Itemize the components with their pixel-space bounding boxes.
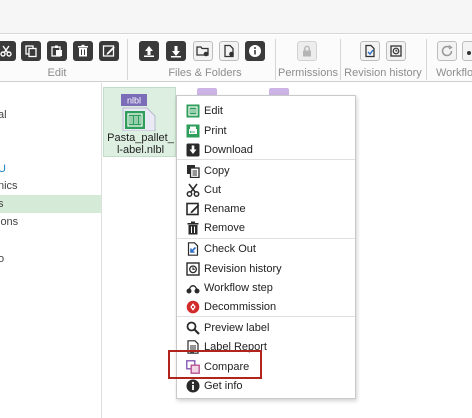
menu-divider [177, 159, 355, 160]
ribbon-separator [340, 39, 341, 80]
refresh-toolbar-icon[interactable] [437, 41, 457, 61]
lock-toolbar-icon[interactable] [297, 41, 317, 61]
compare-highlight-box [168, 350, 262, 379]
upload-toolbar-icon[interactable] [139, 41, 159, 61]
magnifier-icon [186, 321, 200, 335]
copy-toolbar-icon[interactable] [21, 41, 41, 61]
menu-item-decommission[interactable]: Decommission [177, 297, 355, 316]
edit-icon [186, 104, 200, 118]
new-file-toolbar-icon[interactable] [219, 41, 239, 61]
cut-toolbar-icon[interactable] [0, 41, 16, 61]
menu-item-edit[interactable]: Edit [177, 101, 355, 120]
menu-item-download[interactable]: Download [177, 140, 355, 159]
menu-item-copy[interactable]: Copy [177, 161, 355, 180]
file-name: Pasta_pallet_l-abel.nlbl [107, 132, 174, 156]
folder-tree-sidebar: al l U nics s ions o [0, 83, 102, 418]
ribbon-separator [426, 39, 427, 80]
menu-item-revision-history[interactable]: Revision history [177, 259, 355, 278]
sidebar-item[interactable]: U [0, 160, 101, 178]
menu-item-workflow-step[interactable]: Workflow step [177, 278, 355, 297]
workflow-toolbar-icon[interactable] [462, 41, 472, 61]
top-bar [0, 0, 472, 34]
workflow-icon [186, 281, 200, 295]
group-label-revision-history: Revision history [344, 67, 422, 79]
selected-file-tile[interactable]: nlbl Pasta_pallet_l-abel.nlbl [103, 87, 176, 157]
revision-history-icon [186, 261, 200, 276]
print-icon [186, 124, 200, 138]
rename-icon [186, 202, 200, 216]
menu-item-check-out[interactable]: Check Out [177, 239, 355, 258]
sidebar-item-selected[interactable]: s [0, 195, 101, 213]
group-label-permissions: Permissions [278, 67, 338, 79]
rename-toolbar-icon[interactable] [99, 41, 119, 61]
group-label-edit: Edit [47, 67, 67, 79]
menu-item-preview-label[interactable]: Preview label [177, 318, 355, 337]
menu-divider [177, 316, 355, 317]
decommission-icon [186, 300, 200, 314]
info-toolbar-icon[interactable] [245, 41, 265, 61]
menu-item-cut[interactable]: Cut [177, 180, 355, 199]
check-out-toolbar-icon[interactable] [360, 41, 380, 61]
revision-history-toolbar-icon[interactable] [386, 41, 406, 61]
download-icon [186, 143, 200, 157]
info-icon [186, 379, 200, 393]
menu-item-print[interactable]: Print [177, 121, 355, 140]
check-out-icon [186, 241, 200, 256]
download-toolbar-icon[interactable] [166, 41, 186, 61]
ribbon-toolbar: Edit Files & Folders Permissions Revisio… [0, 35, 472, 82]
label-file-icon: nlbl [119, 91, 159, 132]
sidebar-item[interactable]: l [0, 122, 101, 140]
menu-item-rename[interactable]: Rename [177, 199, 355, 218]
paste-toolbar-icon[interactable] [47, 41, 67, 61]
ribbon-separator [127, 39, 128, 80]
menu-item-remove[interactable]: Remove [177, 218, 355, 237]
cut-icon [186, 183, 200, 197]
sidebar-item[interactable]: ions [0, 213, 101, 231]
file-badge-text: nlbl [127, 96, 141, 106]
ribbon-separator [275, 39, 276, 80]
sidebar-item[interactable]: o [0, 250, 101, 268]
group-label-workflow: Workflo [436, 67, 472, 79]
new-folder-toolbar-icon[interactable] [193, 41, 213, 61]
delete-toolbar-icon[interactable] [73, 41, 93, 61]
sidebar-item[interactable]: nics [0, 177, 101, 195]
copy-icon [186, 164, 200, 178]
group-label-files-folders: Files & Folders [168, 67, 242, 79]
trash-icon [186, 221, 200, 235]
